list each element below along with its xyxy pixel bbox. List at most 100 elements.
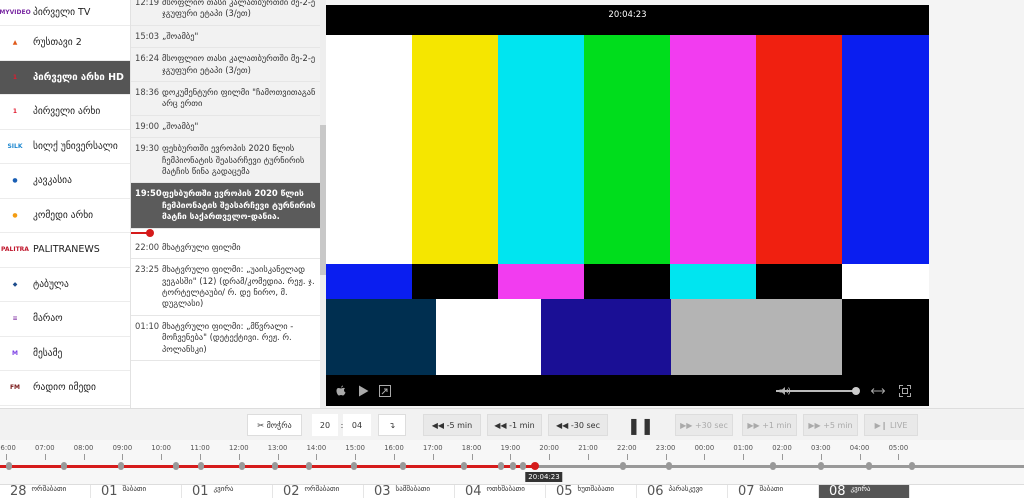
day-label: ხუთშაბათი (577, 485, 615, 493)
channel-item[interactable]: ● კომედი არხი (0, 199, 130, 233)
channel-item[interactable]: SILK სილქ უნივერსალი (0, 130, 130, 164)
program-marker[interactable] (818, 462, 824, 470)
day-item[interactable]: 06 პარასკევი (637, 485, 728, 498)
hour-input[interactable]: 20 (312, 414, 338, 436)
cut-button[interactable]: ✂ მოჭრა (247, 414, 302, 436)
timeline-tick (44, 454, 46, 460)
day-number: 06 (647, 484, 664, 498)
channel-name: მესამე (33, 347, 63, 359)
day-item[interactable]: 07 შაბათი (728, 485, 819, 498)
timeline-hour-label: 13:00 (267, 444, 288, 452)
share-icon[interactable] (374, 381, 396, 401)
program-marker[interactable] (666, 462, 672, 470)
program-marker[interactable] (351, 462, 357, 470)
color-bar (498, 264, 584, 299)
program-marker[interactable] (400, 462, 406, 470)
program-item[interactable]: 12:19 მსოფლიო თასი კალათბურთში მე-2-ე ჯგუ… (131, 0, 320, 26)
go-to-time-button[interactable]: ↴ (378, 414, 406, 436)
program-marker[interactable] (239, 462, 245, 470)
program-marker[interactable] (198, 462, 204, 470)
channel-item[interactable]: 1 პირველი არხი HD (0, 60, 130, 95)
channel-item[interactable]: ≡ მარაო (0, 302, 130, 337)
color-bar (584, 264, 670, 299)
program-marker[interactable] (866, 462, 872, 470)
day-item[interactable]: 28 ორშაბათი (0, 485, 91, 498)
timeline-hour-label: 14:00 (306, 444, 327, 452)
play-icon[interactable] (352, 381, 374, 401)
program-marker[interactable] (272, 462, 278, 470)
volume-knob[interactable] (852, 387, 860, 395)
channel-item[interactable]: PALITRA PALITRANEWS (0, 233, 130, 268)
program-title: ფეხბურთში ევროპის 2020 წლის ჩემპიონატის … (162, 143, 305, 177)
program-marker[interactable] (620, 462, 626, 470)
program-time: 15:03 (135, 30, 160, 41)
day-label: ორშაბათი (31, 485, 67, 493)
timeline-tick (859, 454, 861, 460)
timeline-hour-label: 05:00 (888, 444, 909, 452)
channel-item[interactable]: ▲ რუსთავი 2 (0, 26, 130, 61)
day-item[interactable]: 02 ორშაბათი (273, 485, 364, 498)
program-marker[interactable] (520, 462, 526, 470)
timeline-hour-label: 03:00 (811, 444, 831, 452)
program-item[interactable]: 19:30 ფეხბურთში ევროპის 2020 წლის ჩემპიონ… (131, 138, 320, 184)
program-marker[interactable] (306, 462, 312, 470)
day-item[interactable]: 05 ხუთშაბათი (546, 485, 637, 498)
channel-item[interactable]: ● კავკასია (0, 164, 130, 199)
channel-item[interactable]: 1 პირველი არხი (0, 95, 130, 130)
video-player[interactable]: 20:04:23 (326, 5, 929, 406)
program-item[interactable]: 23:25 მხატვრული ფილმი: „უაისკანელად ვეგას… (131, 259, 320, 316)
program-item[interactable]: 15:03 „შოამბე" (131, 25, 320, 49)
day-number: 28 (10, 484, 27, 498)
day-item[interactable]: 01 შაბათი (91, 485, 182, 498)
day-item[interactable]: 01 კვირა (182, 485, 273, 498)
program-marker[interactable] (6, 462, 12, 470)
forward-30-sec-button[interactable]: ▶▶ +30 sec (675, 414, 733, 436)
channel-name: პირველი არხი HD (33, 71, 124, 83)
program-marker[interactable] (510, 462, 516, 470)
day-item[interactable]: 08 კვირა (819, 485, 910, 498)
forward-1-min-button[interactable]: ▶▶ +1 min (742, 414, 797, 436)
program-item[interactable]: 19:00 „შოამბე" (131, 115, 320, 139)
resize-icon[interactable] (867, 381, 889, 401)
program-marker[interactable] (498, 462, 504, 470)
timeline-tick (510, 454, 512, 460)
program-marker[interactable] (173, 462, 179, 470)
timeline-hour-label: 04:00 (849, 444, 870, 452)
color-bar (326, 299, 436, 375)
color-bars-test-pattern (326, 35, 929, 375)
pause-button[interactable]: ❚❚ (618, 414, 663, 436)
minute-input[interactable]: 04 (343, 414, 371, 436)
back-1-min-button[interactable]: ◀◀ -1 min (487, 414, 542, 436)
program-marker[interactable] (118, 462, 124, 470)
timeline[interactable]: 20:04:23 06:00 07:00 08:00 09:00 10:00 11:00 1… (0, 440, 1024, 484)
timeline-tick (782, 454, 783, 460)
program-item[interactable]: 19:50 ფეხბურთში ევროპის 2020 წლის ჩემპიონ… (131, 183, 320, 229)
program-item[interactable]: 01:10 მხატვრული ფილმი: „მწვრალი - მოჩვენე… (131, 316, 320, 361)
apple-icon[interactable] (330, 381, 352, 401)
volume-slider[interactable] (776, 387, 860, 395)
channel-item[interactable]: FM რადიო იმედი (0, 371, 130, 406)
day-number: 02 (283, 484, 300, 498)
day-item[interactable]: 04 ოთხშაბათი (455, 485, 546, 498)
channel-item[interactable]: Mმესამე (0, 337, 130, 371)
program-item[interactable]: 22:00 მხატვრული ფილმი (131, 237, 320, 260)
day-item[interactable]: 03 სამშაბათი (364, 485, 455, 498)
program-marker[interactable] (770, 462, 776, 470)
timeline-playhead[interactable] (531, 462, 539, 470)
channel-logo-icon: ● (12, 211, 18, 219)
channel-item[interactable]: MYVIDEO პირველი TV (0, 0, 130, 26)
fullscreen-icon[interactable] (894, 381, 916, 401)
program-marker[interactable] (909, 462, 915, 470)
color-bar (756, 264, 842, 299)
program-marker[interactable] (61, 462, 67, 470)
day-number: 04 (465, 484, 482, 498)
live-button[interactable]: ▶❙ LIVE (864, 414, 918, 436)
channel-item[interactable]: ◆ ტაბულა (0, 268, 130, 302)
program-marker[interactable] (461, 462, 467, 470)
program-item[interactable]: 16:24 მსოფლიო თასი კალათბურთში მე-2-ე ჯგუ… (131, 48, 320, 83)
forward-5-min-button[interactable]: ▶▶ +5 min (803, 414, 858, 436)
back-5-min-button[interactable]: ◀◀ -5 min (423, 414, 481, 436)
back-30-sec-button[interactable]: ◀◀ -30 sec (548, 414, 608, 436)
program-item[interactable]: 18:36 დოკუმენტური ფილმი "ჩამოთვითაგან არც… (131, 82, 320, 116)
timeline-tick (432, 454, 434, 460)
